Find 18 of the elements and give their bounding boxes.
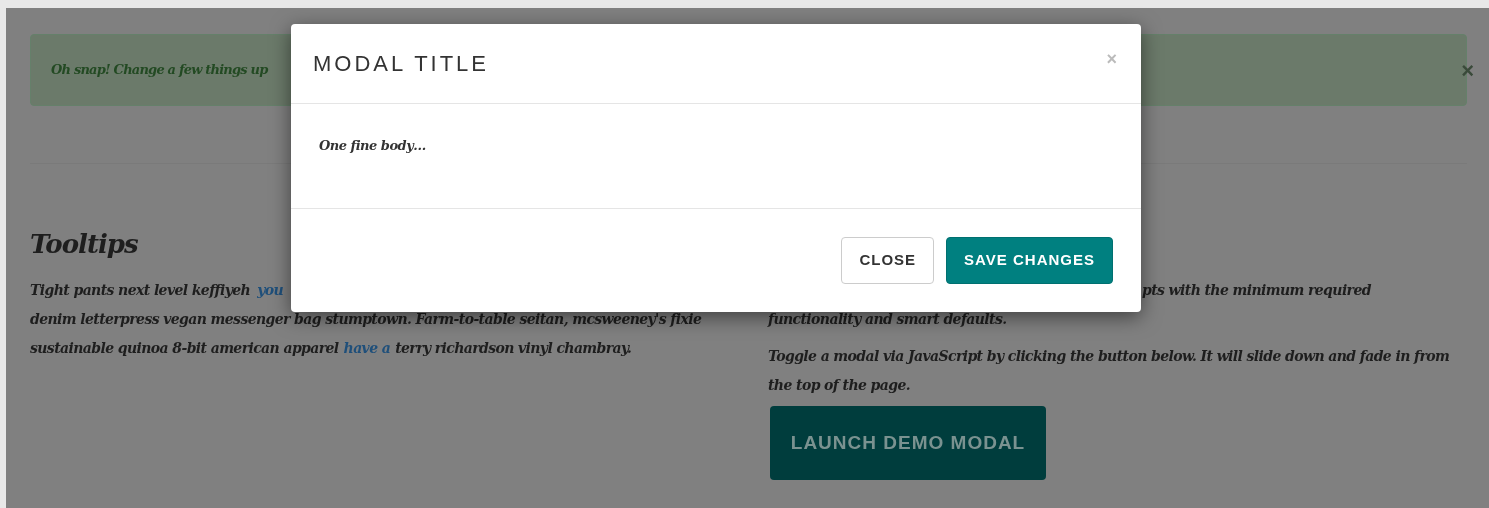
tooltip-link[interactable]: have a [343,334,391,363]
paragraph-text: sustainable quinoa 8-bit american apparel [30,339,339,358]
paragraph-text: Tight pants next level keffiyeh [30,281,251,300]
section-heading: Tooltips [30,228,139,260]
alert-close-button[interactable]: × [1461,53,1474,87]
tooltip-link[interactable]: you [257,276,283,305]
paragraph-text: terry richardson vinyl chambray. [395,339,632,358]
modal-title: MODAL TITLE [313,50,490,78]
modal-button[interactable]: CLOSE [841,237,935,284]
close-icon[interactable]: × [1106,46,1117,73]
paragraph-text: pts with the minimum required [1142,282,1371,298]
modal-body-text: One fine body… [319,137,427,155]
paragraph-text: functionality and smart defaults. [768,311,1007,327]
modal-button[interactable]: SAVE CHANGES [946,237,1113,284]
alert-text: Oh snap! Change a few things up [51,61,268,80]
paragraph-text: denim letterpress vegan messenger bag stumptown. Farm-to-table seitan, mcsweeney's fixie [30,311,702,327]
launch-modal-button[interactable]: LAUNCH DEMO MODAL [770,406,1046,480]
paragraph-text: Toggle a modal via JavaScript by clicking the button below. It will slide down and fade in from the top of the page. [768,347,1451,395]
